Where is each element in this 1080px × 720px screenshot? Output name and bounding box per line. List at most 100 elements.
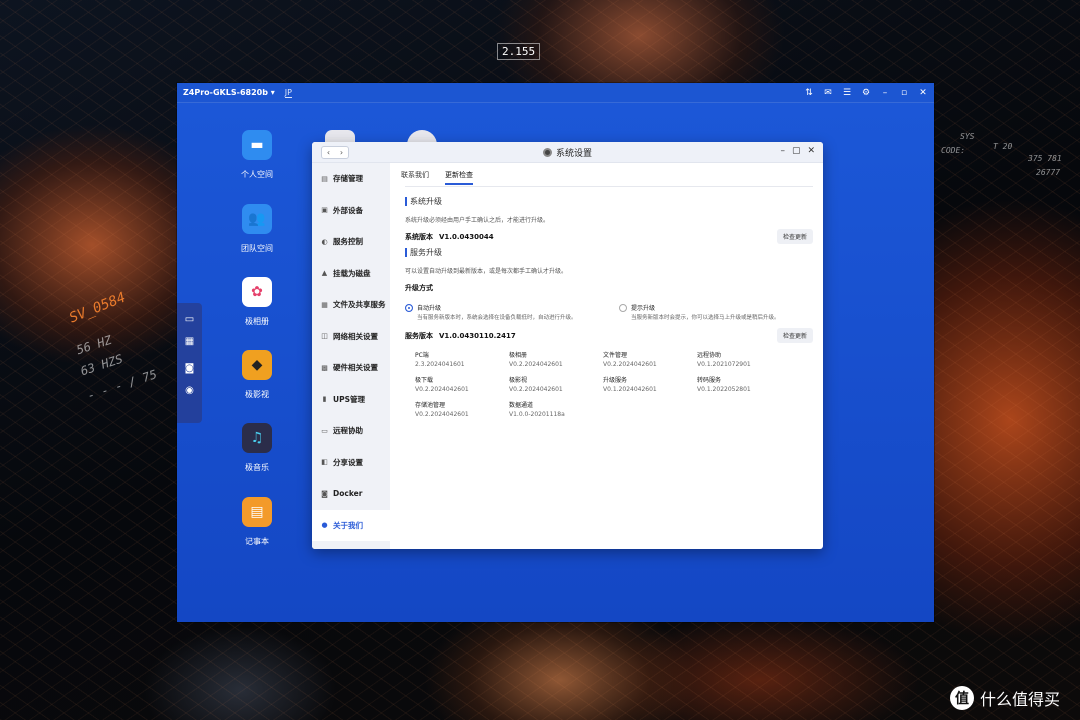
app-label: 团队空间 bbox=[241, 244, 273, 253]
window-title-bar: ‹ › 系统设置 – ▢ ✕ bbox=[312, 142, 823, 163]
minimize-icon[interactable]: – bbox=[780, 146, 785, 156]
photo-app-icon[interactable]: ◙ bbox=[177, 363, 202, 374]
settings-content: 联系我们 更新检查 系统升级 系统升级必须经由用户手工确认之后，才能进行升级。 … bbox=[390, 163, 823, 549]
window-title: 系统设置 bbox=[542, 146, 592, 159]
close-icon[interactable]: ✕ bbox=[807, 146, 815, 156]
network-icon: ◫ bbox=[321, 332, 328, 341]
sidebar-item-mount-disk[interactable]: ▲ 挂载为磁盘 bbox=[312, 258, 390, 290]
desktop-app[interactable]: 👥 团队空间 bbox=[222, 204, 292, 254]
sidebar-item-docker[interactable]: ◙ Docker bbox=[312, 478, 390, 510]
device-name-dropdown[interactable]: Z4Pro-GKLS-6820b ▾ bbox=[183, 88, 275, 97]
video-icon: ◆ bbox=[242, 350, 272, 380]
transfer-icon[interactable]: ⇅ bbox=[804, 88, 814, 98]
nas-top-bar: Z4Pro-GKLS-6820b ▾ JP ⇅ ✉ ☰ ⚙ – ▫ ✕ bbox=[177, 83, 934, 103]
system-upgrade-desc: 系统升级必须经由用户手工确认之后，才能进行升级。 bbox=[405, 217, 550, 224]
settings-icon bbox=[542, 147, 552, 157]
tab-contact-us[interactable]: 联系我们 bbox=[401, 170, 429, 180]
docker-icon: ◙ bbox=[321, 489, 328, 498]
minimize-icon[interactable]: – bbox=[880, 88, 890, 98]
sidebar-item-remote-assist[interactable]: ▭ 远程协助 bbox=[312, 415, 390, 447]
sidebar-item-share-settings[interactable]: ◧ 分享设置 bbox=[312, 447, 390, 479]
forward-icon[interactable]: › bbox=[335, 147, 348, 158]
storage-widget-icon[interactable]: ▭ bbox=[177, 314, 202, 325]
section-title-system-upgrade: 系统升级 bbox=[405, 197, 813, 206]
desktop-app[interactable]: ✿ 极相册 bbox=[222, 277, 292, 327]
apps-grid-icon[interactable]: ▦ bbox=[177, 336, 202, 347]
app-label: 记事本 bbox=[245, 537, 269, 546]
hardware-icon: ▩ bbox=[321, 363, 328, 372]
service-upgrade-desc: 可以设置自动升级到最新版本，或是每次都手工确认才升级。 bbox=[405, 268, 568, 275]
wallpaper-text: CODE: bbox=[941, 146, 966, 155]
desktop-app[interactable]: ▬ 个人空间 bbox=[222, 130, 292, 180]
upgrade-mode-options: 自动升级 当有服务新版本时，系统会选择在设备负载低时，自动进行升级。 提示升级 … bbox=[405, 303, 813, 322]
remote-icon: ▭ bbox=[321, 426, 328, 435]
wallpaper-code-label: 2.155 bbox=[497, 43, 541, 60]
settings-icon[interactable]: ⚙ bbox=[861, 88, 871, 98]
sidebar-item-about[interactable]: ● 关于我们 bbox=[312, 509, 390, 541]
sidebar-item-storage[interactable]: ▤ 存储管理 bbox=[312, 163, 390, 195]
app-label: 极影视 bbox=[245, 390, 269, 399]
sidebar-item-ups[interactable]: ▮ UPS管理 bbox=[312, 384, 390, 416]
radio-auto-upgrade[interactable]: 自动升级 当有服务新版本时，系统会选择在设备负载低时，自动进行升级。 bbox=[405, 303, 603, 322]
service-item: 极相册 V0.2.2024042601 bbox=[509, 352, 563, 368]
desktop-app[interactable]: ◆ 极影视 bbox=[222, 350, 292, 400]
storage-icon: ▤ bbox=[321, 174, 328, 183]
service-item: 远程协助 V0.1.2021072901 bbox=[697, 352, 751, 368]
service-version-grid: PC端 2.3.2024041601 极相册 V0.2.2024042601 文件管… bbox=[405, 350, 813, 418]
service-item: 数据通道 V1.0.0-20201118a bbox=[509, 402, 565, 418]
nav-buttons: ‹ › bbox=[321, 146, 349, 159]
music-icon: ♫ bbox=[242, 423, 272, 453]
folder-icon: ▬ bbox=[242, 130, 272, 160]
upgrade-mode-label: 升级方式 bbox=[405, 284, 433, 292]
user-icon[interactable]: ☰ bbox=[842, 88, 852, 98]
service-item: 极下载 V0.2.2024042601 bbox=[415, 377, 469, 393]
share-icon: ▦ bbox=[321, 300, 328, 309]
service-item: 转码服务 V0.1.2022052801 bbox=[697, 377, 751, 393]
system-settings-window: ‹ › 系统设置 – ▢ ✕ ▤ 存储管理 ▣ 外部设备 ◐ 服务控制 ▲ 挂载为磁盘 … bbox=[312, 142, 823, 549]
close-icon[interactable]: ✕ bbox=[918, 88, 928, 98]
desktop-app[interactable]: ♫ 极音乐 bbox=[222, 423, 292, 473]
language-switch[interactable]: JP bbox=[284, 88, 292, 98]
radio-prompt-upgrade[interactable]: 提示升级 当服务新版本时会提示，你可以选择马上升级或是稍后升级。 bbox=[619, 303, 809, 322]
sidebar-item-file-sharing[interactable]: ▦ 文件及共享服务 bbox=[312, 289, 390, 321]
site-watermark: 值 什么值得买 bbox=[950, 686, 1060, 710]
desktop-app[interactable]: ▤ 记事本 bbox=[222, 497, 292, 547]
sidebar-item-hardware[interactable]: ▩ 硬件相关设置 bbox=[312, 352, 390, 384]
share-settings-icon: ◧ bbox=[321, 458, 328, 467]
wallpaper-text: T 20 bbox=[993, 142, 1013, 151]
back-icon[interactable]: ‹ bbox=[322, 147, 335, 158]
radio-unchecked-icon bbox=[619, 304, 627, 312]
wallpaper-text: SYS bbox=[960, 132, 975, 141]
about-icon: ● bbox=[321, 521, 328, 530]
sidebar-item-service-control[interactable]: ◐ 服务控制 bbox=[312, 226, 390, 258]
tab-update-check[interactable]: 更新检查 bbox=[445, 170, 473, 185]
system-version: 系统版本 V1.0.0430044 bbox=[405, 232, 494, 241]
service-item: 极影视 V0.2.2024042601 bbox=[509, 377, 563, 393]
check-service-update-button[interactable]: 检查更新 bbox=[776, 328, 813, 343]
device-icon: ▣ bbox=[321, 206, 328, 215]
mount-icon: ▲ bbox=[321, 269, 328, 278]
top-bar-tools: ⇅ ✉ ☰ ⚙ – ▫ ✕ bbox=[804, 88, 928, 98]
app-label: 个人空间 bbox=[241, 170, 273, 179]
service-item: 升级服务 V0.1.2024042601 bbox=[603, 377, 657, 393]
service-item: 存储池管理 V0.2.2024042601 bbox=[415, 402, 469, 418]
service-icon: ◐ bbox=[321, 237, 328, 246]
service-version: 服务版本 V1.0.0430110.2417 bbox=[405, 331, 516, 340]
maximize-icon[interactable]: ▫ bbox=[899, 88, 909, 98]
message-icon[interactable]: ✉ bbox=[823, 88, 833, 98]
wallpaper-text: 375 781 bbox=[1028, 154, 1062, 163]
watermark-text: 什么值得买 bbox=[980, 690, 1061, 709]
notepad-icon: ▤ bbox=[242, 497, 272, 527]
check-system-update-button[interactable]: 检查更新 bbox=[776, 229, 813, 244]
settings-app-icon[interactable]: ◉ bbox=[177, 385, 202, 396]
section-title-service-upgrade: 服务升级 bbox=[405, 248, 813, 257]
tab-bar: 联系我们 更新检查 bbox=[401, 163, 813, 187]
sidebar-item-network[interactable]: ◫ 网络相关设置 bbox=[312, 321, 390, 353]
maximize-icon[interactable]: ▢ bbox=[792, 146, 801, 156]
app-label: 极相册 bbox=[245, 317, 269, 326]
photos-icon: ✿ bbox=[242, 277, 272, 307]
sidebar-item-external-devices[interactable]: ▣ 外部设备 bbox=[312, 195, 390, 227]
app-label: 极音乐 bbox=[245, 463, 269, 472]
window-controls: – ▢ ✕ bbox=[780, 146, 815, 156]
service-item: 文件管理 V0.2.2024042601 bbox=[603, 352, 657, 368]
